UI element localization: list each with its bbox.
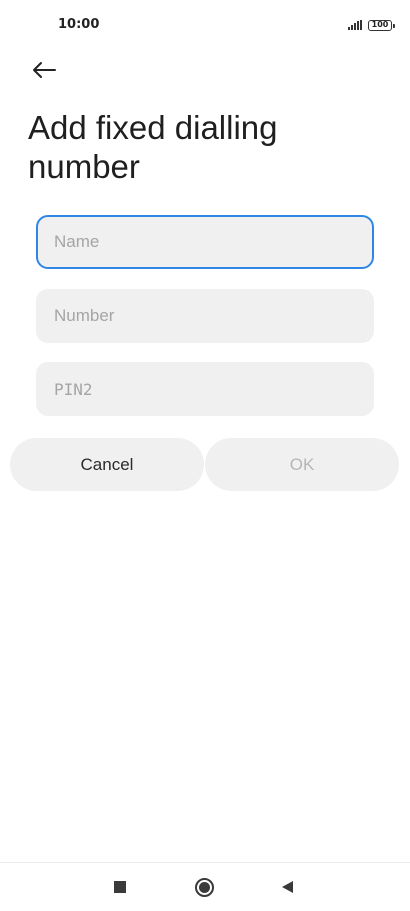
cancel-button[interactable]: Cancel [10, 438, 204, 491]
pin2-input[interactable] [36, 362, 374, 416]
arrow-left-icon [33, 62, 56, 78]
back-button[interactable] [28, 56, 60, 84]
number-input[interactable] [36, 289, 374, 343]
status-time: 10:00 [58, 17, 100, 32]
triangle-back-icon[interactable] [282, 881, 293, 893]
screen: 10:00 100 Add fixed dialling number Canc… [0, 0, 410, 911]
square-recents-icon[interactable] [114, 881, 126, 893]
status-bar: 10:00 100 [0, 0, 410, 50]
circle-home-icon[interactable] [195, 878, 214, 897]
ok-button[interactable]: OK [205, 438, 399, 491]
status-icons: 100 [348, 18, 395, 32]
name-input[interactable] [36, 215, 374, 269]
navigation-bar [0, 862, 410, 911]
battery-icon: 100 [368, 19, 395, 31]
signal-bars-icon [348, 20, 362, 30]
page-title: Add fixed dialling number [28, 109, 278, 185]
battery-level: 100 [371, 20, 389, 29]
